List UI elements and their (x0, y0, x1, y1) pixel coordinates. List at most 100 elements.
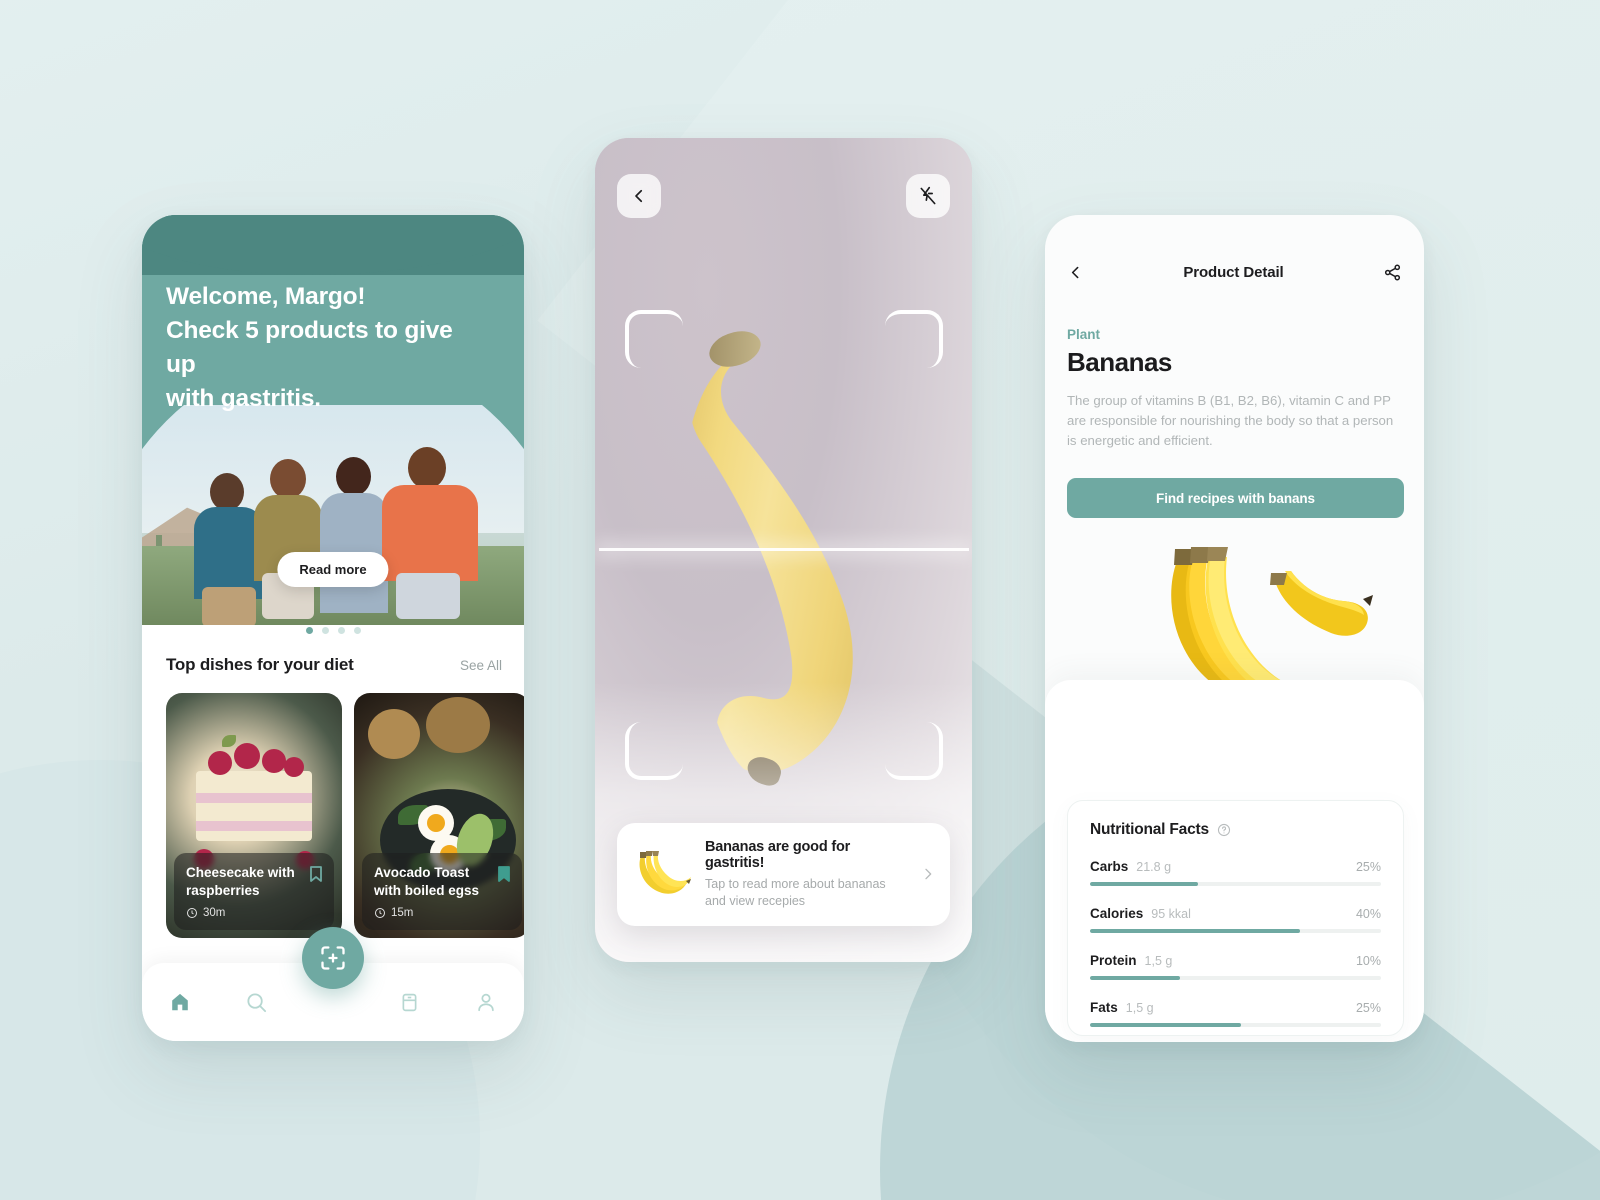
nutrition-progress-fill (1090, 882, 1198, 886)
nutrition-value: 1,5 g (1125, 1001, 1154, 1015)
book-icon (402, 993, 417, 1011)
clock-icon (375, 908, 385, 918)
dish-card[interactable]: Cheesecake with raspberries 30m (166, 693, 342, 938)
product-name: Bananas (1067, 347, 1172, 377)
scan-result-card[interactable]: Bananas are good for gastritis! Tap to r… (617, 822, 950, 926)
page-title: Product Detail (1183, 263, 1284, 281)
scan-result-subtitle: Tap to read more about bananas and view … (705, 876, 886, 908)
person-icon (478, 993, 494, 1012)
nutrition-row-line: Protein 1,5 g 10% (1090, 953, 1381, 968)
scanner-back-button[interactable] (617, 174, 661, 218)
phone-scanner-screen: Bananas are good for gastritis! Tap to r… (595, 138, 972, 962)
hero-photo-image (142, 405, 524, 625)
nav-item-library[interactable] (371, 992, 447, 1013)
info-icon[interactable] (1217, 823, 1231, 837)
nutritional-facts-card: Nutritional Facts Carbs 21.8 g 25% Calor… (1067, 800, 1404, 1036)
scan-add-icon (321, 946, 345, 970)
home-icon (172, 993, 188, 1011)
dish-time-label: 30m (203, 907, 226, 919)
product-description: The group of vitamins B (B1, B2, B6), vi… (1067, 393, 1394, 449)
section-title: Top dishes for your diet (166, 655, 354, 674)
nav-item-search[interactable] (218, 991, 294, 1014)
carousel-dots[interactable] (142, 627, 524, 634)
nutrition-row: Fats 1,5 g 25% (1090, 1000, 1381, 1027)
nutrition-row-line: Carbs 21.8 g 25% (1090, 859, 1381, 874)
nutrition-progress-track (1090, 882, 1381, 886)
nutrition-name: Carbs (1090, 859, 1129, 874)
read-more-button[interactable]: Read more (277, 552, 389, 587)
dish-time: 30m (186, 907, 322, 919)
detail-back-button[interactable] (1067, 264, 1084, 281)
nutrition-percent: 10% (1355, 954, 1381, 968)
hero-greeting: Welcome, Margo! (166, 283, 366, 310)
scan-result-text: Bananas are good for gastritis! Tap to r… (705, 839, 908, 911)
detail-header: Product Detail (1045, 257, 1424, 287)
nutrition-value: 1,5 g (1144, 954, 1173, 968)
carousel-dot[interactable] (305, 627, 313, 634)
dish-card-list: Cheesecake with raspberries 30m Avocado … (166, 693, 524, 938)
scan-result-title: Bananas are good for gastritis! (705, 838, 851, 871)
nutrition-name: Calories (1090, 906, 1144, 921)
nutrition-row: Protein 1,5 g 10% (1090, 953, 1381, 980)
nav-item-home[interactable] (142, 991, 218, 1013)
carousel-dot[interactable] (321, 627, 329, 634)
dish-overlay: Cheesecake with raspberries 30m (174, 853, 334, 930)
chevron-left-icon (635, 189, 643, 203)
nutrition-title-row: Nutritional Facts (1090, 821, 1381, 839)
dish-card[interactable]: Avocado Toast with boiled egss 15m (354, 693, 524, 938)
scan-corner-bottom-right (885, 722, 943, 780)
scan-fab-button[interactable] (302, 927, 364, 989)
flash-toggle-button[interactable] (906, 174, 950, 218)
bookmark-icon[interactable] (309, 865, 323, 883)
nutrition-title: Nutritional Facts (1090, 821, 1209, 838)
nutrition-progress-fill (1090, 1023, 1242, 1027)
scan-line (599, 548, 969, 551)
dish-time: 15m (374, 907, 510, 919)
nutrition-percent: 25% (1355, 860, 1381, 874)
nutrition-value: 95 kkal (1151, 907, 1191, 921)
dish-name: Avocado Toast with boiled egss (374, 865, 480, 899)
hero-photo: Read more (142, 405, 524, 625)
phone-home-screen: Welcome, Margo! Check 5 products to give… (142, 215, 524, 1041)
nutrition-row-line: Fats 1,5 g 25% (1090, 1000, 1381, 1015)
nutrition-progress-fill (1090, 976, 1181, 980)
scan-corner-top-left (625, 310, 683, 368)
nutrition-value: 21.8 g (1136, 860, 1172, 874)
dish-overlay: Avocado Toast with boiled egss 15m (362, 853, 522, 930)
nutrition-progress-track (1090, 1023, 1381, 1027)
chevron-right-icon[interactable] (920, 866, 936, 882)
nutrition-progress-fill (1090, 929, 1300, 933)
nav-item-profile[interactable] (448, 991, 524, 1013)
find-recipes-button[interactable]: Find recipes with banans (1067, 478, 1404, 518)
clock-icon (187, 908, 197, 918)
nutrition-percent: 40% (1355, 907, 1381, 921)
nutrition-percent: 25% (1355, 1001, 1381, 1015)
banana-bunch-glyph (639, 851, 691, 894)
dish-name: Cheesecake with raspberries (186, 865, 295, 899)
nutrition-progress-track (1090, 976, 1381, 980)
bookmark-filled-icon[interactable] (497, 865, 511, 883)
carousel-dot[interactable] (337, 627, 345, 634)
photo-people (252, 447, 324, 625)
nutrition-row: Calories 95 kkal 40% (1090, 906, 1381, 933)
nutrition-name: Fats (1090, 1000, 1118, 1015)
dish-time-label: 15m (391, 907, 414, 919)
hero-subheadline: Check 5 products to give up with gastrit… (166, 317, 453, 413)
section-header: Top dishes for your diet See All (166, 655, 502, 675)
carousel-dot[interactable] (353, 627, 361, 634)
flash-off-icon (920, 186, 936, 205)
scan-corner-top-right (885, 310, 943, 368)
hero-headline: Welcome, Margo! Check 5 products to give… (166, 280, 481, 416)
nutrition-progress-track (1090, 929, 1381, 933)
photo-people (318, 443, 390, 625)
hero-banner: Welcome, Margo! Check 5 products to give… (142, 215, 524, 625)
nutrition-name: Protein (1090, 953, 1137, 968)
scan-frame (599, 310, 969, 780)
nutrition-row-line: Calories 95 kkal 40% (1090, 906, 1381, 921)
scan-corner-bottom-left (625, 722, 683, 780)
banana-bunch-icon (631, 848, 693, 900)
share-icon[interactable] (1383, 263, 1402, 282)
phone-product-detail-screen: Product Detail Plant Bananas The group o… (1045, 215, 1424, 1042)
see-all-link[interactable]: See All (460, 658, 502, 673)
photo-people (382, 439, 478, 625)
